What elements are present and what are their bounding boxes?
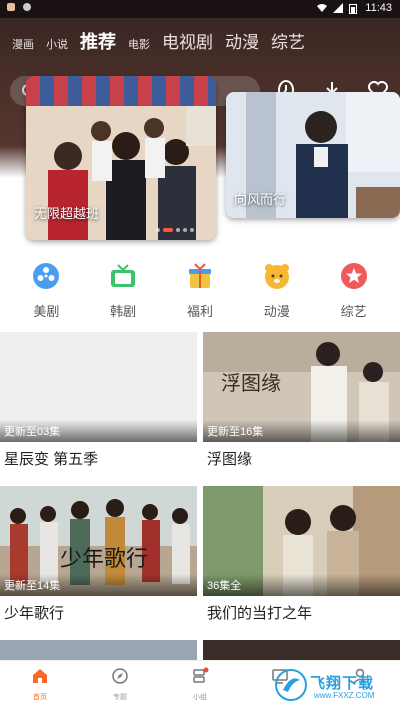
video-title: 我们的当打之年 — [207, 605, 313, 622]
video-poster-partial[interactable] — [203, 640, 400, 660]
site-watermark: 飞翔下载 www.FXXZ.COM — [274, 666, 394, 704]
banner-card-primary[interactable]: 无限超越班 — [26, 76, 216, 240]
svg-text:浮图缘: 浮图缘 — [221, 371, 281, 395]
tab-variety[interactable]: 综艺 — [271, 28, 305, 53]
tab-recommended[interactable]: 推荐 — [80, 28, 116, 54]
group-icon — [193, 667, 209, 683]
video-poster: 少年歌行 更新至14集 — [0, 486, 197, 596]
banner-caption: 向风而行 — [234, 192, 287, 207]
video-title: 少年歌行 — [4, 605, 65, 622]
video-title: 浮图缘 — [207, 451, 253, 468]
compass-icon — [112, 668, 128, 684]
nav-groups[interactable]: 小组 — [170, 661, 230, 711]
tab-novels[interactable]: 小说 — [46, 36, 68, 52]
app-notification-icon — [6, 2, 16, 12]
video-poster-partial[interactable] — [0, 640, 197, 660]
category-welfare[interactable]: 福利 — [165, 262, 235, 322]
star-icon — [340, 263, 367, 289]
video-title: 星辰变 第五季 — [4, 451, 99, 468]
video-poster: 更新至03集 — [0, 332, 197, 442]
tab-anime[interactable]: 动漫 — [225, 28, 259, 53]
carousel-indicator — [156, 228, 194, 232]
nav-topics[interactable]: 专题 — [90, 661, 150, 711]
category-anime[interactable]: 动漫 — [242, 262, 312, 322]
tab-comics[interactable]: 漫画 — [12, 36, 34, 52]
tab-movies[interactable]: 电影 — [128, 36, 150, 52]
film-reel-icon — [33, 263, 60, 289]
watermark-logo-icon — [275, 669, 307, 701]
episode-badge: 更新至03集 — [4, 426, 61, 438]
episode-badge: 更新至14集 — [4, 580, 61, 592]
status-bar: 11:43 — [0, 0, 400, 18]
category-variety[interactable]: 综艺 — [319, 262, 389, 322]
category-tabs: 漫画 小说 推荐 电影 电视剧 动漫 综艺 — [12, 28, 305, 54]
video-poster: 36集全 — [203, 486, 400, 596]
gift-icon — [188, 263, 211, 288]
video-card[interactable]: 浮图缘 更新至16集 浮图缘 — [203, 332, 400, 469]
episode-badge: 36集全 — [207, 580, 242, 592]
tab-tv-series[interactable]: 电视剧 — [162, 28, 213, 53]
nav-home[interactable]: 首页 — [10, 661, 70, 711]
wifi-icon — [317, 3, 328, 13]
app-notification-icon — [22, 2, 32, 12]
video-card[interactable]: 更新至03集 星辰变 第五季 — [0, 332, 197, 469]
battery-icon — [349, 3, 359, 14]
video-poster: 浮图缘 更新至16集 — [203, 332, 400, 442]
clock: 11:43 — [365, 2, 392, 14]
home-icon — [33, 669, 47, 683]
signal-icon — [333, 3, 344, 13]
bear-icon — [264, 264, 289, 289]
video-card[interactable]: 36集全 我们的当打之年 — [203, 486, 400, 623]
video-card[interactable]: 少年歌行 更新至14集 少年歌行 — [0, 486, 197, 623]
svg-text:少年歌行: 少年歌行 — [60, 547, 148, 572]
category-korean-drama[interactable]: 韩剧 — [88, 262, 158, 322]
category-us-drama[interactable]: 美剧 — [11, 262, 81, 322]
banner-card-secondary[interactable]: 向风而行 — [226, 92, 400, 218]
category-shortcuts: 美剧 韩剧 福利 动漫 综艺 — [0, 262, 400, 322]
episode-badge: 更新至16集 — [207, 426, 264, 438]
tv-icon — [111, 264, 136, 287]
banner-caption: 无限超越班 — [34, 206, 100, 221]
